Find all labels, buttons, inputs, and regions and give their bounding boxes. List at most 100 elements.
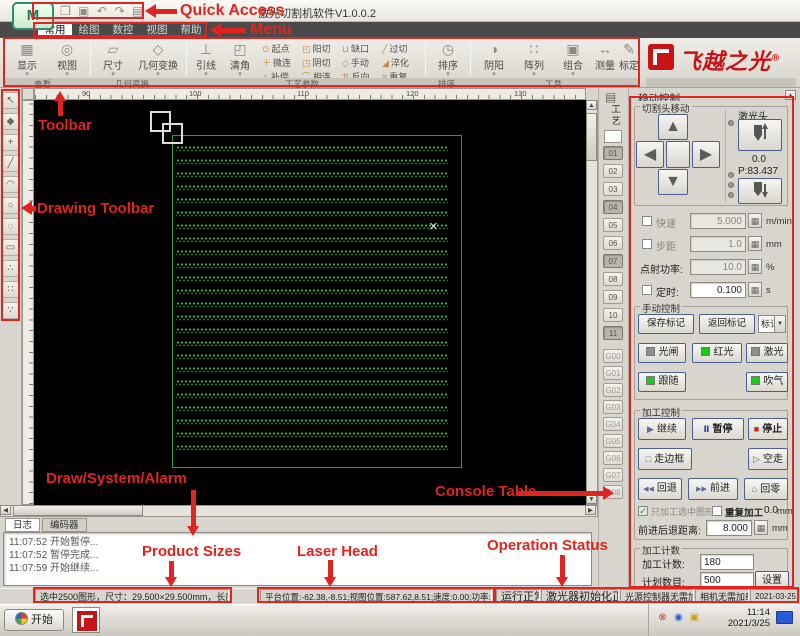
start-point-button[interactable]: ⊙起点 — [262, 42, 290, 55]
lock-icon[interactable]: ▣ — [688, 611, 701, 624]
gcode-g03[interactable]: G03 — [603, 400, 623, 414]
open-file-icon[interactable]: ❐ — [58, 4, 73, 19]
tab-help[interactable]: 帮助 — [174, 23, 208, 38]
layer-05[interactable]: 05 — [603, 218, 623, 232]
jog-center-button[interactable] — [666, 141, 690, 168]
layer-04[interactable]: 04 — [603, 200, 623, 214]
gcode-g07[interactable]: G07 — [603, 468, 623, 482]
blow-button[interactable]: 吹气 — [746, 372, 788, 392]
language-flag-icon[interactable] — [776, 611, 793, 624]
circle-tool[interactable]: ○ — [2, 197, 19, 214]
taskbar-clock[interactable]: 11:142021/3/25 — [712, 607, 770, 629]
tab-cnc[interactable]: 数控 — [106, 23, 140, 38]
gcode-g08[interactable]: G08 — [603, 485, 623, 499]
scroll-right-icon[interactable]: ▶ — [585, 505, 596, 515]
red-light-button[interactable]: 红光 — [692, 343, 742, 363]
print-icon[interactable]: ▤ — [130, 4, 145, 19]
manual-button[interactable]: ◇手动 — [342, 56, 369, 69]
yinyang-button[interactable]: ◑ 阴阳▾ — [476, 41, 512, 77]
keypad-icon[interactable]: ▦ — [748, 282, 762, 297]
burst-power-input[interactable]: 10.0 — [690, 259, 746, 275]
repeat-checkbox[interactable] — [712, 506, 722, 516]
gcode-g00[interactable]: G00 — [603, 349, 623, 363]
backward-button[interactable]: ◀◀回退 — [638, 478, 682, 500]
count-input[interactable]: 180 — [700, 554, 754, 570]
tab-encoder[interactable]: 编码器 — [42, 518, 87, 532]
stop-button[interactable]: ■停止 — [748, 418, 788, 440]
color-swatch[interactable] — [604, 130, 622, 143]
taskbar-app-button[interactable] — [72, 607, 100, 633]
start-button[interactable]: 开始 — [4, 609, 64, 631]
vscroll-thumb[interactable] — [586, 113, 597, 161]
home-button[interactable]: ⌂回零 — [744, 478, 788, 500]
follow-button[interactable]: 跟随 — [638, 372, 686, 392]
point-tool[interactable]: + — [2, 134, 19, 151]
redo-icon[interactable]: ↷ — [112, 4, 127, 19]
laser-head-up-button[interactable] — [738, 119, 782, 151]
layer-01[interactable]: 01 — [603, 146, 623, 160]
gcode-g06[interactable]: G06 — [603, 451, 623, 465]
size-button[interactable]: ▱ 尺寸▾ — [95, 41, 131, 77]
notch-button[interactable]: ⊔缺口 — [342, 42, 369, 55]
keypad-icon[interactable]: ▦ — [748, 213, 762, 228]
overcut-button[interactable]: ╱过切 — [382, 42, 407, 55]
micro-joint-button[interactable]: ＋微连 — [262, 56, 291, 69]
layer-07[interactable]: 07 — [603, 254, 623, 268]
select-dropdown-icon[interactable]: ▼ — [774, 316, 785, 332]
array-tool-2[interactable]: ∷ — [2, 281, 19, 298]
timer-checkbox[interactable] — [642, 285, 652, 295]
lead-line-button[interactable]: ⊥ 引线▾ — [190, 41, 222, 77]
vaporize-button[interactable]: ◢淬化 — [382, 56, 409, 69]
scroll-up-icon[interactable]: ▲ — [586, 100, 597, 110]
array-button[interactable]: ∷ 阵列▾ — [516, 41, 552, 77]
canvas-horizontal-scrollbar[interactable]: ◀ ▶ — [0, 505, 598, 517]
tab-view[interactable]: 视图 — [140, 23, 174, 38]
view-button[interactable]: ◎ 视图▾ — [48, 41, 86, 77]
layer-06[interactable]: 06 — [603, 236, 623, 250]
frame-button[interactable]: □走边框 — [638, 448, 692, 470]
jog-right-button[interactable]: ▶ — [692, 141, 720, 168]
laser-head-down-button[interactable] — [738, 178, 782, 204]
save-mark-button[interactable]: 保存标记 — [638, 314, 694, 334]
step-checkbox[interactable] — [642, 239, 652, 249]
drawing-canvas[interactable]: × — [34, 100, 586, 505]
arc-tool[interactable]: ◠ — [2, 176, 19, 193]
mark-select[interactable]: 标记1 ▼ — [758, 315, 786, 333]
save-icon[interactable]: ▣ — [76, 4, 91, 19]
male-cut-button[interactable]: ◰阳切 — [302, 42, 331, 55]
undo-icon[interactable]: ↶ — [94, 4, 109, 19]
hscroll-thumb[interactable] — [13, 505, 143, 516]
measure-button[interactable]: ↔ 测量 — [592, 41, 618, 77]
tab-log[interactable]: 日志 — [5, 518, 40, 532]
gcode-g02[interactable]: G02 — [603, 383, 623, 397]
layer-02[interactable]: 02 — [603, 164, 623, 178]
panel-scroll-up-icon[interactable]: ▲ — [785, 90, 796, 100]
dry-run-button[interactable]: ▷空走 — [748, 448, 788, 470]
keypad-icon[interactable]: ▦ — [748, 259, 762, 274]
sort-button[interactable]: ◷ 排序▾ — [430, 41, 466, 77]
fill-tool[interactable]: ◆ — [2, 113, 19, 130]
select-tool[interactable]: ↖ — [2, 92, 19, 109]
fast-input[interactable]: 5.000 — [690, 213, 746, 229]
line-tool[interactable]: ╱ — [2, 155, 19, 172]
display-button[interactable]: ▦ 显示▾ — [8, 41, 46, 77]
array-tool-1[interactable]: ∴ — [2, 260, 19, 277]
gcode-g04[interactable]: G04 — [603, 417, 623, 431]
timer-input[interactable]: 0.100 — [690, 282, 746, 298]
layer-09[interactable]: 09 — [603, 290, 623, 304]
layer-08[interactable]: 08 — [603, 272, 623, 286]
fast-checkbox[interactable] — [642, 216, 652, 226]
jog-up-button[interactable]: ▲ — [658, 114, 688, 140]
plan-input[interactable]: 500 — [700, 572, 754, 588]
shutter-button[interactable]: 光闸 — [638, 343, 686, 363]
log-list[interactable]: 11:07:52 开始暂停... 11:07:52 暂停完成... 11:07:… — [3, 532, 592, 586]
forward-button[interactable]: ▶▶前进 — [688, 478, 738, 500]
scroll-down-icon[interactable]: ▼ — [586, 494, 597, 504]
layer-03[interactable]: 03 — [603, 182, 623, 196]
volume-muted-icon[interactable]: ⊗ — [656, 611, 669, 624]
only-selected-checkbox[interactable]: ✓ — [638, 506, 648, 516]
calibrate-button[interactable]: ✎ 标定 — [618, 41, 640, 77]
pause-button[interactable]: Ⅱ暂停 — [692, 418, 744, 440]
laser-button[interactable]: 激光 — [746, 343, 788, 363]
canvas-vertical-scrollbar[interactable]: ▲ ▼ — [586, 100, 598, 505]
